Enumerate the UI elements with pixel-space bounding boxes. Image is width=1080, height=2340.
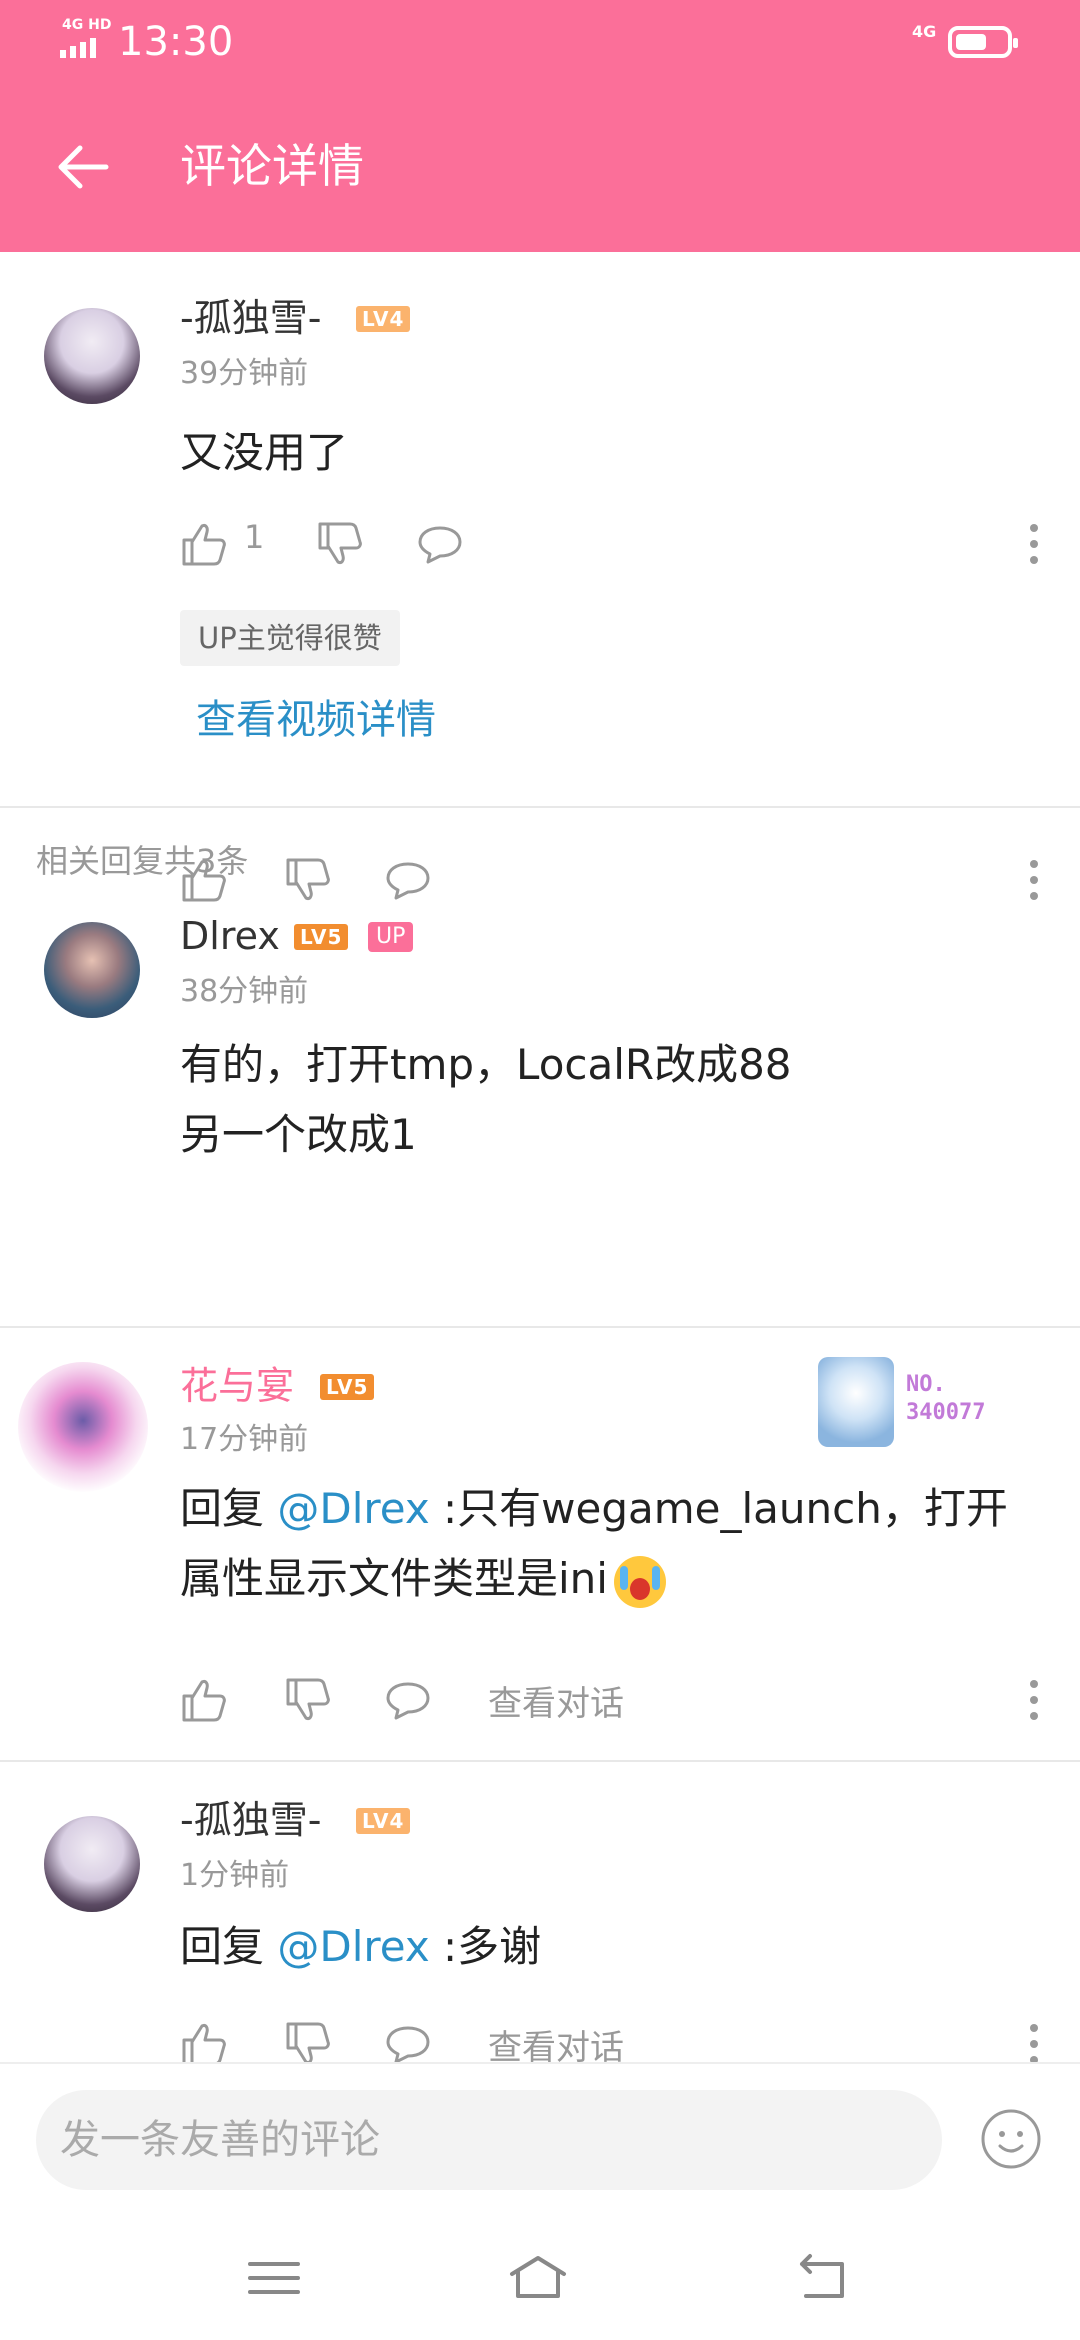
comment-bubble-icon[interactable] [384, 1676, 432, 1724]
signal-icon [60, 38, 96, 58]
username[interactable]: 花与宴 [180, 1362, 294, 1410]
view-dialog-link[interactable]: 查看对话 [488, 1676, 624, 1725]
comment-actions: 1 [180, 514, 1040, 574]
thumbs-down-icon[interactable] [316, 520, 364, 568]
username[interactable]: Dlrex [180, 912, 280, 960]
avatar[interactable] [44, 308, 140, 404]
divider [0, 1760, 1080, 1762]
comment-time: 38分钟前 [180, 974, 309, 1009]
page-title: 评论详情 [180, 139, 364, 193]
comment-line: 回复 @Dlrex :只有wegame_launch，打开 [180, 1474, 1008, 1544]
network-indicator: 4G HD [58, 17, 112, 62]
comment-time: 17分钟前 [180, 1422, 309, 1457]
comment-actions: 查看对话 [180, 2014, 1040, 2062]
reply-prefix: 回复 [180, 1922, 278, 1971]
comment-line-text: :多谢 [429, 1922, 542, 1971]
avatar[interactable] [18, 1362, 148, 1492]
fan-medal: NO. 340077 [818, 1349, 1018, 1459]
more-icon[interactable] [1028, 860, 1040, 900]
username[interactable]: -孤独雪- [180, 294, 321, 342]
view-video-link[interactable]: 查看视频详情 [196, 692, 436, 748]
thumbs-up-icon[interactable] [180, 856, 228, 904]
return-icon[interactable] [792, 2250, 852, 2306]
divider [0, 1326, 1080, 1328]
comment-input[interactable]: 发一条友善的评论 [36, 2090, 942, 2190]
level-badge: LV5 [320, 1374, 375, 1400]
divider [0, 806, 1080, 808]
main-comment: -孤独雪- LV4 39分钟前 又没用了 1 UP主觉得很赞 查看视频详情 [0, 252, 1080, 806]
view-dialog-link[interactable]: 查看对话 [488, 2020, 624, 2062]
level-badge: LV5 [294, 924, 349, 950]
level-badge: LV4 [356, 1808, 411, 1834]
clock: 13:30 [118, 19, 234, 65]
comment-time: 39分钟前 [180, 356, 309, 391]
comment-line-text: :只有wegame_launch，打开 [429, 1484, 1008, 1533]
like-count: 1 [244, 518, 265, 556]
comment-bubble-icon[interactable] [384, 2020, 432, 2062]
app-bar: 4G HD 13:30 4G 评论详情 [0, 0, 1080, 252]
back-arrow-icon[interactable] [56, 140, 110, 194]
thumbs-down-icon[interactable] [284, 1676, 332, 1724]
comment-text: 回复 @Dlrex :只有wegame_launch，打开 属性显示文件类型是i… [180, 1474, 1008, 1614]
comment-line: 有的，打开tmp，LocalR改成88 [180, 1040, 792, 1089]
username[interactable]: -孤独雪- [180, 1796, 321, 1844]
thumbs-up-icon[interactable] [180, 2020, 228, 2062]
mention-link[interactable]: @Dlrex [277, 1484, 429, 1533]
comment-line: 属性显示文件类型是ini [180, 1544, 1008, 1614]
reply-item: -孤独雪- LV4 1分钟前 回复 @Dlrex :多谢 查看对话 [0, 1796, 1080, 2062]
thumbs-up-icon[interactable] [180, 520, 228, 568]
avatar[interactable] [44, 1816, 140, 1912]
comment-actions [180, 850, 1040, 910]
battery-icon [948, 26, 1018, 58]
up-liked-tag: UP主觉得很赞 [180, 610, 400, 666]
comment-text: 有的，打开tmp，LocalR改成88 另一个改成1 [180, 1030, 792, 1170]
comment-bubble-icon[interactable] [416, 520, 464, 568]
network-label: 4G HD [62, 17, 112, 33]
comment-text: 又没用了 [180, 428, 349, 477]
thumbs-down-icon[interactable] [284, 2020, 332, 2062]
reply-prefix: 回复 [180, 1484, 278, 1533]
emoji-icon[interactable] [980, 2108, 1042, 2170]
medal-no-value: 340077 [906, 1400, 986, 1425]
comment-actions: 查看对话 [180, 1670, 1040, 1730]
menu-icon[interactable] [244, 2250, 304, 2306]
reply-item: Dlrex LV5 UP 38分钟前 有的，打开tmp，LocalR改成88 另… [0, 858, 1080, 1180]
avatar[interactable] [44, 922, 140, 1018]
thumbs-up-icon[interactable] [180, 1676, 228, 1724]
network-right: 4G [912, 22, 937, 41]
medal-number: NO. 340077 [906, 1371, 985, 1427]
comment-bubble-icon[interactable] [384, 856, 432, 904]
mention-link[interactable]: @Dlrex [277, 1922, 429, 1971]
medal-no-label: NO. [906, 1372, 946, 1397]
more-icon[interactable] [1028, 524, 1040, 564]
more-icon[interactable] [1028, 2024, 1040, 2062]
medal-avatar [818, 1357, 894, 1447]
comment-time: 1分钟前 [180, 1858, 290, 1893]
crying-emoji-icon [613, 1555, 666, 1608]
status-bar: 4G HD 13:30 4G [0, 0, 1080, 84]
comment-input-bar: 发一条友善的评论 [0, 2062, 1080, 2208]
up-badge: UP [368, 922, 414, 952]
level-badge: LV4 [356, 306, 411, 332]
home-icon[interactable] [508, 2250, 568, 2306]
more-icon[interactable] [1028, 1680, 1040, 1720]
comment-line-text: 属性显示文件类型是ini [180, 1554, 608, 1603]
comment-text: 回复 @Dlrex :多谢 [180, 1912, 541, 1982]
comment-line: 另一个改成1 [180, 1110, 417, 1159]
thumbs-down-icon[interactable] [284, 856, 332, 904]
system-nav-bar [0, 2206, 1080, 2340]
comment-scroll[interactable]: -孤独雪- LV4 39分钟前 又没用了 1 UP主觉得很赞 查看视频详情 相关… [0, 252, 1080, 2062]
